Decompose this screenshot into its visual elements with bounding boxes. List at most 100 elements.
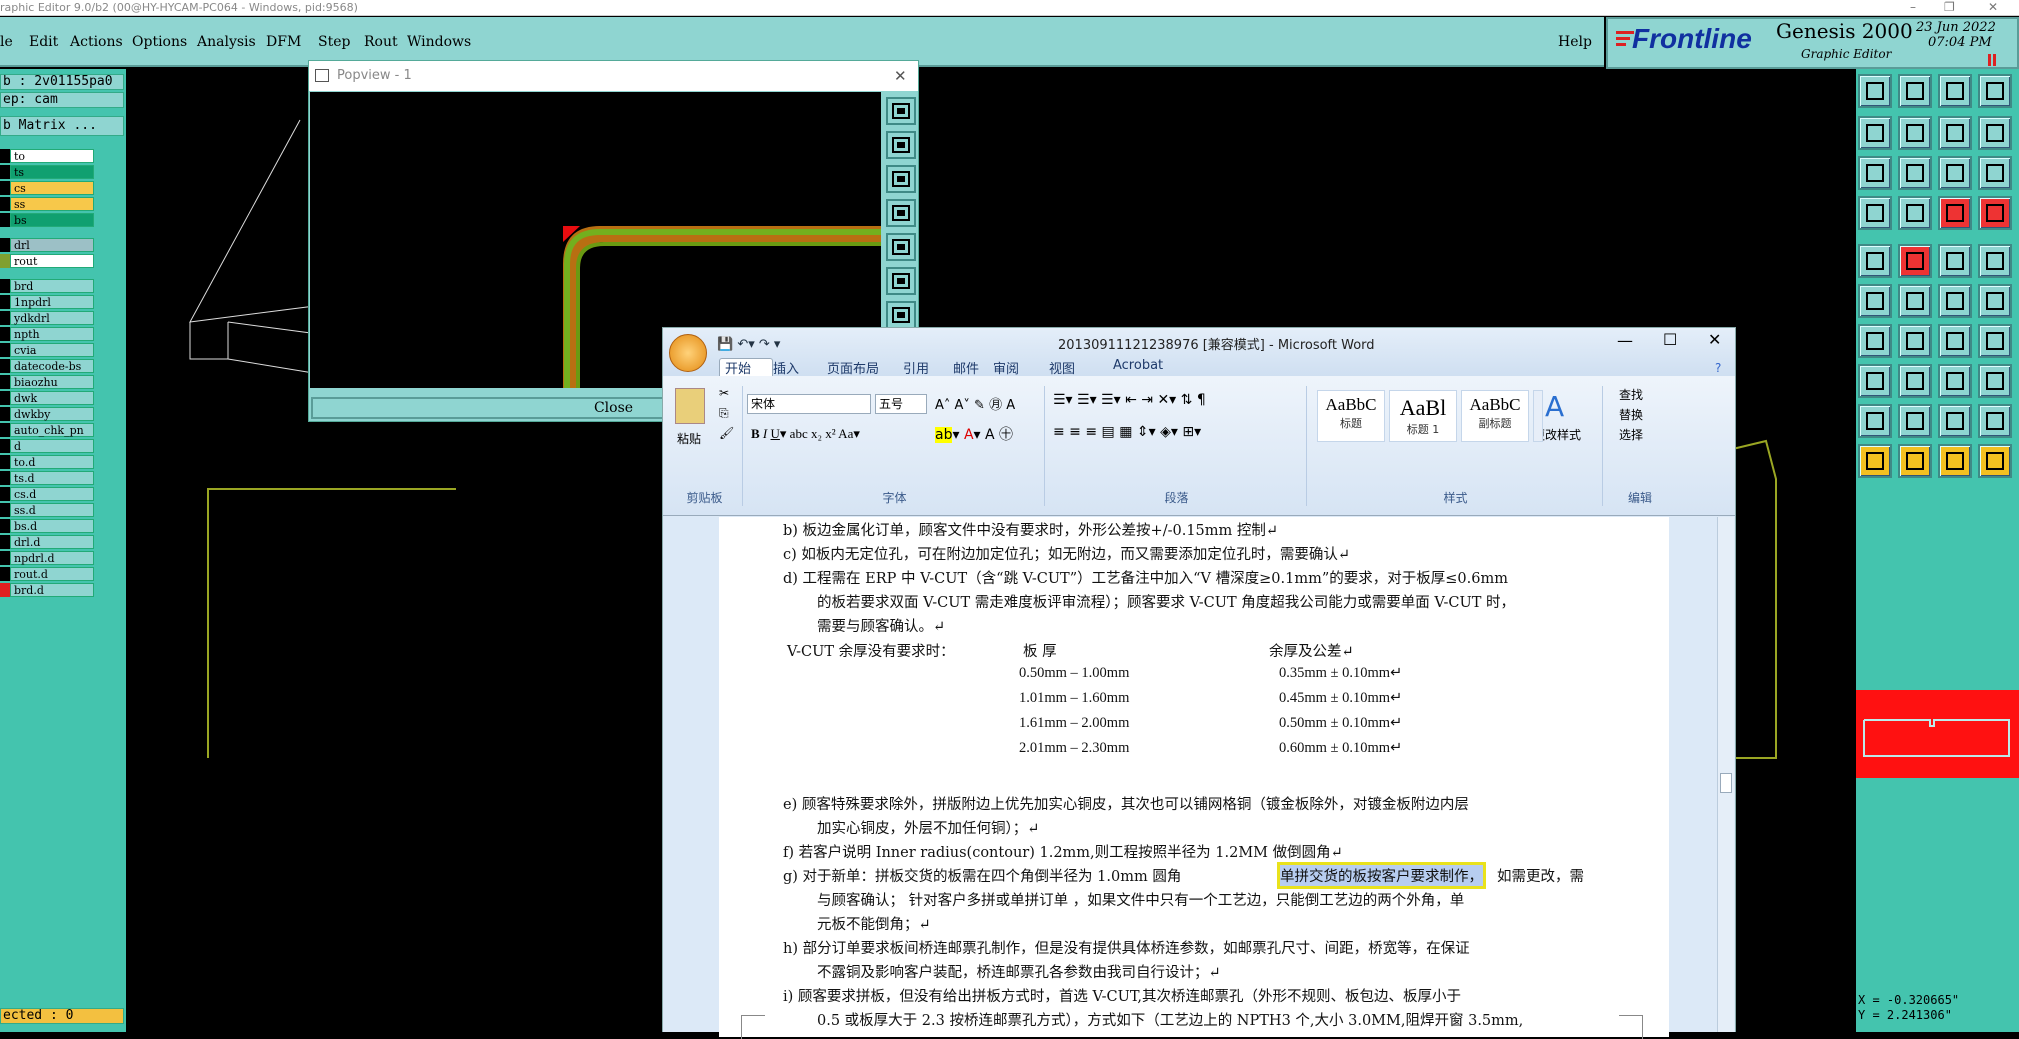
ribbon-tab[interactable]: Acrobat [1113,358,1163,373]
layer-swatch[interactable] [0,455,10,469]
pointer2-icon[interactable] [1898,444,1932,478]
box-icon[interactable] [1938,364,1972,398]
layer-item[interactable]: ss.d [10,503,94,517]
dotted-line-icon[interactable] [1938,244,1972,278]
menu-rout[interactable]: Rout [364,34,398,50]
menu-step[interactable]: Step [318,34,350,50]
pointer-icon[interactable] [1858,444,1892,478]
dash-icon[interactable] [1898,364,1932,398]
style-gallery-scroll[interactable] [1533,390,1543,442]
style-gallery-item[interactable]: AaBbC 标题 [1317,390,1385,442]
menu-actions[interactable]: Actions [70,34,123,50]
layer-swatch[interactable] [0,238,10,252]
layer-swatch[interactable] [0,471,10,485]
layer-swatch[interactable] [0,487,10,501]
node-icon[interactable] [1858,284,1892,318]
layer-item[interactable]: ts [10,165,94,179]
undo-icon[interactable] [1858,116,1892,150]
ribbon-tab[interactable]: 审阅 [993,358,1019,377]
layer-item[interactable]: ss [10,197,94,211]
ribbon-tab[interactable]: 引用 [903,358,929,377]
quick-access-toolbar[interactable]: 💾 ↶▾ ↷ ▾ [717,337,780,352]
menu-help[interactable]: Help [1558,34,1592,50]
menu-file[interactable]: le [0,34,13,50]
home-icon[interactable] [1858,74,1892,108]
paste-icon[interactable] [675,388,705,424]
ribbon-tab[interactable]: 视图 [1049,358,1075,377]
menu-analysis[interactable]: Analysis [197,34,256,50]
select-button[interactable]: 选择 [1619,426,1643,443]
layer-item[interactable]: cs.d [10,487,94,501]
pointer3-icon[interactable] [1938,444,1972,478]
center-icon[interactable] [1898,156,1932,190]
tri-icon[interactable] [1858,404,1892,438]
arc-node-icon[interactable] [1978,284,2012,318]
layer-swatch[interactable] [0,254,10,268]
angle-icon[interactable] [1858,324,1892,358]
format-buttons[interactable]: B I U▾ abc x₂ x² Aa▾ [751,426,860,442]
group-icon[interactable] [1978,364,2012,398]
layer-item[interactable]: ydkdrl [10,311,94,325]
scrollbar-thumb[interactable] [1720,773,1732,793]
tri2-icon[interactable] [1898,404,1932,438]
word-close-icon[interactable]: ✕ [1708,330,1721,349]
grid-icon[interactable] [1978,74,2012,108]
layer-swatch[interactable] [0,519,10,533]
layers2-icon[interactable] [1978,196,2012,230]
save-icon[interactable] [1898,74,1932,108]
layer-swatch[interactable] [0,551,10,565]
layer-item[interactable]: bs.d [10,519,94,533]
minimize-icon[interactable]: – [1910,0,1916,15]
format-painter-icon[interactable]: 🖌 [719,426,734,440]
paste-label[interactable]: 粘贴 [677,430,701,447]
document-page[interactable]: b) 板边金属化订单，顾客文件中没有要求时，外形公差按+/-0.15mm 控制↵… [719,517,1669,1039]
layer-swatch[interactable] [0,583,10,597]
copy-icon[interactable]: ⎘ [719,406,729,421]
lines-icon[interactable] [1978,116,2012,150]
word-maximize-icon[interactable]: ☐ [1663,330,1677,349]
layer-item[interactable]: datecode-bs [10,359,94,373]
layer-item[interactable]: brd [10,279,94,293]
word-minimize-icon[interactable]: — [1617,331,1633,350]
list-buttons[interactable]: ☰▾ ☰▾ ☰▾ ⇤ ⇥ ✕▾ ⇅ ¶ [1053,392,1206,408]
layer-swatch[interactable] [0,213,10,227]
redo-icon[interactable] [1898,116,1932,150]
ratio-icon[interactable] [1938,156,1972,190]
target-icon[interactable] [1858,364,1892,398]
layer-swatch[interactable] [0,503,10,517]
layer-item[interactable]: to [10,149,94,163]
font-name-select[interactable]: 宋体 [747,394,871,414]
dot-icon[interactable] [1978,244,2012,278]
vertical-scrollbar[interactable] [1717,517,1734,1032]
pan-down-icon[interactable] [886,165,916,193]
cut-icon[interactable]: ✂ [719,386,729,400]
popview-close-icon[interactable]: ✕ [894,61,907,91]
tri4-icon[interactable] [1978,404,2012,438]
replace-button[interactable]: 替换 [1619,406,1643,423]
snap-icon[interactable] [1938,116,1972,150]
layer-item[interactable]: npth [10,327,94,341]
layer-item[interactable]: npdrl.d [10,551,94,565]
layer-item[interactable]: drl.d [10,535,94,549]
layer-item[interactable]: 1npdrl [10,295,94,309]
highlight-icon[interactable]: ab▾ A▾ A ㊉ [935,424,1013,444]
layer-swatch[interactable] [0,279,10,293]
split-icon[interactable] [1978,324,2012,358]
ribbon-tab[interactable]: 页面布局 [827,358,879,377]
layer-item[interactable]: ts.d [10,471,94,485]
ribbon-tab[interactable]: 开始 [725,358,751,377]
line-icon[interactable] [1898,324,1932,358]
pan-right-icon[interactable] [886,233,916,261]
layer-swatch[interactable] [0,295,10,309]
layer-swatch[interactable] [0,197,10,211]
layer-swatch[interactable] [0,165,10,179]
layer-swatch[interactable] [0,439,10,453]
layer-swatch[interactable] [0,343,10,357]
job-matrix-button[interactable]: b Matrix ... [0,116,124,136]
layer-item[interactable]: brd.d [10,583,94,597]
style-gallery-item[interactable]: AaBl 标题 1 [1389,390,1457,442]
layer-swatch[interactable] [0,423,10,437]
layer-swatch[interactable] [0,567,10,581]
layer-item[interactable]: bs [10,213,94,227]
layer-item[interactable]: dwk [10,391,94,405]
